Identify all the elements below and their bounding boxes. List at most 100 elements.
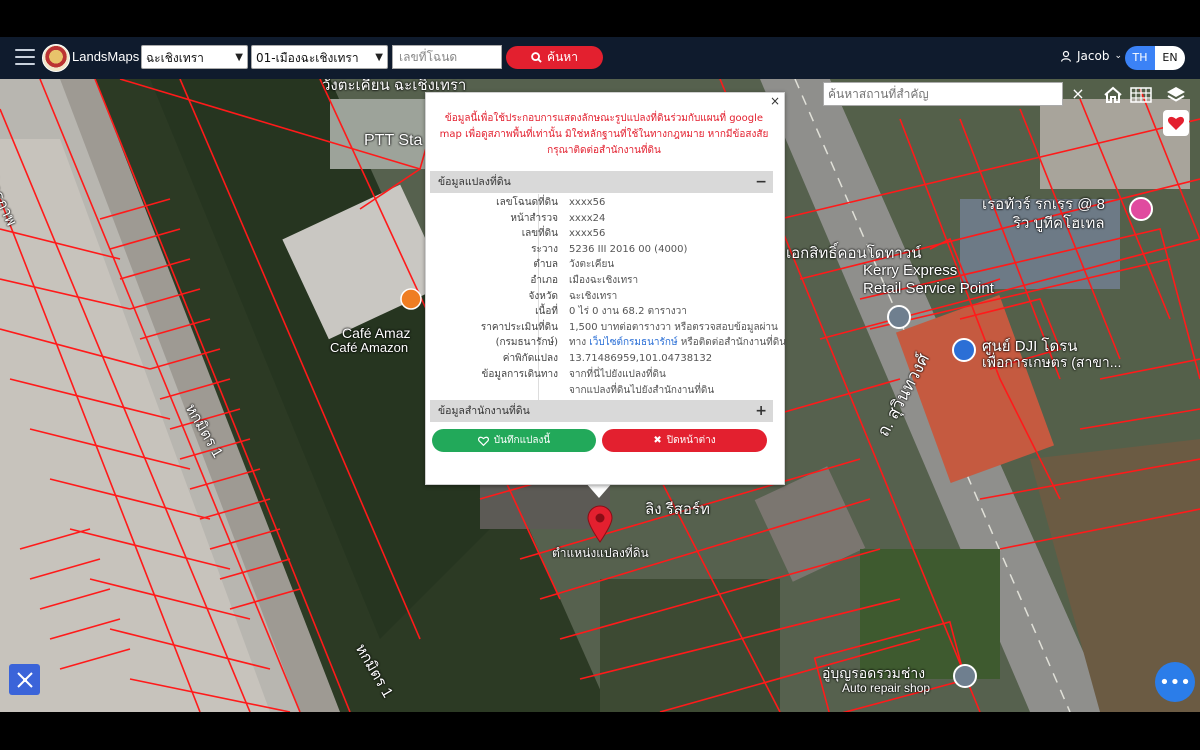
place-search-input[interactable]: [823, 82, 1063, 106]
grid-icon: [1130, 87, 1152, 103]
menu-icon[interactable]: [15, 49, 35, 67]
search-button[interactable]: ค้นหา: [506, 46, 603, 69]
top-navbar: LandsMaps ฉะเชิงเทรา ▼ 01-เมืองฉะเชิงเทร…: [0, 37, 1200, 79]
grid-button[interactable]: [1128, 82, 1154, 108]
search-label: ค้นหา: [547, 50, 578, 64]
office-info-section-header[interactable]: ข้อมูลสำนักงานที่ดิน +: [430, 400, 773, 422]
clear-search-button[interactable]: ×: [1068, 82, 1088, 106]
map-label: Café Amaz: [342, 325, 411, 341]
letterbox-top: [0, 0, 1200, 37]
field-value: ทาง เว็บไซต์กรมธนารักษ์ หรือติดต่อสำนักง…: [569, 335, 786, 350]
price-suffix: หรือติดต่อสำนักงานที่ดิน: [680, 337, 787, 348]
field-label: เลขที่ดิน: [521, 228, 558, 239]
parcel-info-popup: × ข้อมูลนี้เพื่อใช้ประกอบการแสดงลักษณะรู…: [425, 92, 786, 485]
home-button[interactable]: [1100, 82, 1126, 108]
layers-button[interactable]: [1163, 82, 1189, 108]
kerry-poi-icon[interactable]: [887, 305, 911, 329]
close-icon: ✖: [653, 435, 662, 446]
user-name: Jacob: [1077, 49, 1110, 63]
price-prefix: ทาง: [569, 337, 587, 348]
directions-to-parcel-link[interactable]: จากที่นี่ไปยังแปลงที่ดิน: [569, 367, 666, 382]
measure-tool-button[interactable]: [9, 664, 40, 695]
info-row: หน้าสำรวจ xxxx24: [430, 211, 773, 226]
field-label: ตำบล: [533, 259, 558, 270]
chat-button[interactable]: •••: [1155, 662, 1195, 702]
ruler-icon: [16, 671, 33, 688]
field-label: (กรมธนารักษ์): [495, 337, 558, 348]
lang-en-button[interactable]: EN: [1155, 46, 1185, 70]
cafe-poi-icon[interactable]: [400, 288, 422, 310]
dji-shop-poi-icon[interactable]: [952, 338, 976, 362]
close-window-button[interactable]: ✖ ปิดหน้าต่าง: [602, 429, 767, 452]
chevron-down-icon: ⌄: [1114, 51, 1122, 61]
field-value: 5236 III 2016 00 (4000): [569, 244, 688, 255]
info-row: เลขโฉนดที่ดิน xxxx56: [430, 195, 773, 210]
chevron-down-icon: ▼: [375, 52, 383, 63]
field-label: เลขโฉนดที่ดิน: [496, 197, 558, 208]
save-label: บันทึกแปลงนี้: [493, 435, 551, 446]
disclaimer-text: ข้อมูลนี้เพื่อใช้ประกอบการแสดงลักษณะรูปแ…: [439, 113, 769, 156]
field-label: อำเภอ: [530, 275, 558, 286]
close-label: ปิดหน้าต่าง: [666, 435, 716, 446]
land-info-section-header[interactable]: ข้อมูลแปลงที่ดิน −: [430, 171, 773, 193]
section-title: ข้อมูลสำนักงานที่ดิน: [438, 405, 530, 417]
info-row: (กรมธนารักษ์) ทาง เว็บไซต์กรมธนารักษ์ หร…: [430, 335, 786, 350]
info-row: ตำบล วังตะเคียน: [430, 257, 773, 272]
field-label: หน้าสำรวจ: [510, 213, 558, 224]
user-menu[interactable]: Jacob ⌄: [1060, 49, 1122, 63]
layers-icon: [1167, 87, 1185, 102]
province-select[interactable]: ฉะเชิงเทรา ▼: [141, 45, 248, 69]
deed-number-input[interactable]: [392, 45, 502, 69]
directions-to-office-link[interactable]: จากแปลงที่ดินไปยังสำนักงานที่ดิน: [569, 383, 714, 398]
map-label: ลิง รีสอร์ท: [645, 501, 710, 518]
field-label: ระวาง: [531, 244, 558, 255]
treasury-website-link[interactable]: เว็บไซต์กรมธนารักษ์: [589, 337, 677, 348]
save-parcel-button[interactable]: บันทึกแปลงนี้: [432, 429, 596, 452]
field-value: 1,500 บาทต่อตารางวา หรือตรวจสอบข้อมูลผ่า…: [569, 322, 778, 333]
district-value: 01-เมืองฉะเชิงเทรา: [256, 51, 359, 65]
field-value: xxxx24: [569, 213, 606, 224]
field-label: เนื้อที่: [535, 306, 558, 317]
map-label: ริว บูทีคโฮเทล: [1013, 215, 1105, 232]
app-title: LandsMaps: [72, 49, 140, 64]
letterbox-bottom: [0, 712, 1200, 750]
landsmaps-logo: [42, 44, 70, 72]
province-value: ฉะเชิงเทรา: [146, 51, 204, 65]
field-value: xxxx56: [569, 197, 606, 208]
favorites-button[interactable]: [1163, 110, 1189, 136]
info-row: เลขที่ดิน xxxx56: [430, 226, 773, 241]
map-label: เพื่อการเกษตร (สาขา...: [982, 354, 1122, 370]
district-select[interactable]: 01-เมืองฉะเชิงเทรา ▼: [251, 45, 388, 69]
heart-icon: [1167, 116, 1185, 130]
field-value: ฉะเชิงเทรา: [569, 291, 618, 302]
info-row: จังหวัด ฉะเชิงเทรา: [430, 289, 773, 304]
coordinates-link[interactable]: 13.71486959,101.04738132: [569, 351, 712, 366]
map-label: Kerry Express: [863, 262, 958, 279]
info-row: เนื้อที่ 0 ไร่ 0 งาน 68.2 ตารางวา: [430, 304, 773, 319]
map-label: Retail Service Point: [863, 280, 994, 297]
info-row: ค่าพิกัดแปลง 13.71486959,101.04738132: [430, 351, 773, 366]
user-icon: [1060, 50, 1072, 62]
field-value: เมืองฉะเชิงเทรา: [569, 275, 639, 286]
info-row: จากแปลงที่ดินไปยังสำนักงานที่ดิน: [430, 383, 773, 398]
field-value: วังตะเคียน: [569, 259, 615, 270]
parcel-location-pin-icon[interactable]: [586, 505, 614, 543]
close-icon[interactable]: ×: [770, 94, 780, 108]
auto-repair-poi-icon[interactable]: [953, 664, 977, 688]
more-icon: •••: [1159, 671, 1191, 693]
home-icon: [1104, 86, 1122, 103]
info-row: ราคาประเมินที่ดิน 1,500 บาทต่อตารางวา หรื…: [430, 320, 778, 335]
field-label: ข้อมูลการเดินทาง: [481, 369, 558, 380]
lang-th-button[interactable]: TH: [1125, 46, 1155, 70]
field-label: ราคาประเมินที่ดิน: [480, 322, 558, 333]
section-title: ข้อมูลแปลงที่ดิน: [438, 176, 511, 188]
parcel-location-label: ตำแหน่งแปลงที่ดิน: [552, 546, 649, 560]
heart-icon: [477, 436, 489, 446]
field-value: 0 ไร่ 0 งาน 68.2 ตารางวา: [569, 306, 687, 317]
info-row: ข้อมูลการเดินทาง จากที่นี่ไปยังแปลงที่ดิน: [430, 367, 773, 382]
hotel-poi-icon[interactable]: [1129, 197, 1153, 221]
map-label: Auto repair shop: [842, 681, 931, 695]
info-row: ระวาง 5236 III 2016 00 (4000): [430, 242, 773, 257]
collapse-icon[interactable]: −: [755, 171, 767, 193]
expand-icon[interactable]: +: [755, 400, 767, 422]
